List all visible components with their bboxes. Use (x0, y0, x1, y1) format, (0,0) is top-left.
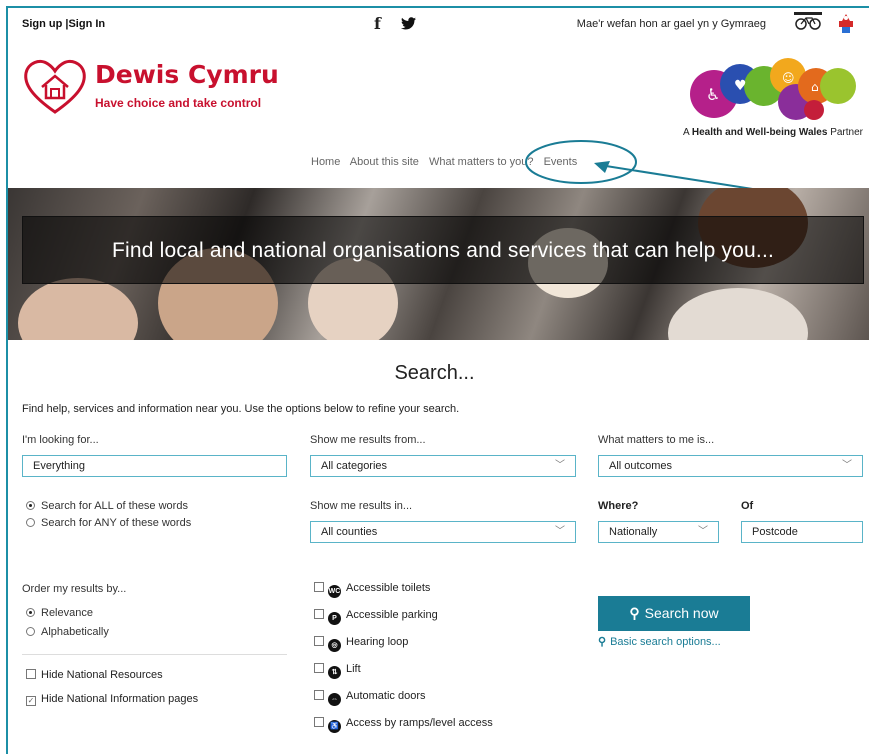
svg-text:♿: ♿ (706, 85, 720, 104)
checkbox-box (314, 690, 324, 700)
twitter-icon[interactable] (401, 17, 417, 30)
postcode-input[interactable]: Postcode (741, 521, 863, 543)
site-logo[interactable]: Dewis Cymru Have choice and take control (22, 56, 302, 116)
social-links: f (374, 14, 417, 34)
top-bar: Sign up |Sign In f Mae'r wefan hon ar ga… (22, 14, 862, 34)
outcomes-select[interactable]: All outcomes ﹀ (598, 455, 863, 477)
order-relevance-radio[interactable]: Relevance (26, 607, 93, 619)
checkbox-box (314, 717, 324, 727)
toilet-icon: WC (328, 585, 341, 598)
checkbox-box (26, 669, 36, 679)
chevron-down-icon: ﹀ (555, 526, 565, 537)
facility-accessible-toilets[interactable]: WC Accessible toilets (314, 581, 430, 598)
order-alphabetical-radio[interactable]: Alphabetically (26, 626, 109, 638)
looking-for-label: I'm looking for... (22, 434, 99, 446)
search-intro: Find help, services and information near… (22, 403, 460, 415)
svg-text:☺: ☺ (782, 71, 795, 85)
parking-icon: P (328, 612, 341, 625)
nav-what-matters[interactable]: What matters to you? (429, 156, 534, 168)
facility-accessible-parking[interactable]: P Accessible parking (314, 608, 438, 625)
nav-about[interactable]: About this site (350, 156, 419, 168)
radio-indicator (26, 627, 35, 636)
search-icon: ⚲ (629, 605, 640, 621)
hide-national-resources-checkbox[interactable]: Hide National Resources (26, 668, 163, 681)
results-from-label: Show me results from... (310, 434, 426, 446)
radio-selected-indicator (26, 501, 35, 510)
checkbox-box (314, 636, 324, 646)
cycling-icon[interactable] (794, 12, 822, 32)
where-label: Where? (598, 500, 639, 512)
logo-tagline: Have choice and take control (95, 96, 262, 110)
heart-home-icon (24, 59, 86, 114)
checkmark-icon: ✓ (26, 696, 36, 706)
hero-banner: Find local and national organisations an… (8, 188, 869, 340)
auth-links: Sign up |Sign In (22, 18, 105, 30)
sign-in-link[interactable]: Sign In (68, 18, 105, 30)
hero-text: Find local and national organisations an… (111, 239, 775, 262)
chevron-down-icon: ﹀ (698, 526, 708, 537)
logo-title: Dewis Cymru (95, 60, 279, 89)
hero-banner-box: Find local and national organisations an… (22, 216, 864, 284)
categories-select[interactable]: All categories ﹀ (310, 455, 576, 477)
divider (22, 654, 287, 655)
automatic-doors-icon: ⇔ (328, 693, 341, 706)
facility-hearing-loop[interactable]: ◎ Hearing loop (314, 635, 408, 652)
order-label: Order my results by... (22, 583, 127, 595)
results-in-label: Show me results in... (310, 500, 413, 512)
crowd-face-shape (668, 288, 808, 340)
checkbox-box (314, 609, 324, 619)
sign-up-link[interactable]: Sign up | (22, 18, 68, 30)
facility-ramp-access[interactable]: ♿ Access by ramps/level access (314, 716, 493, 733)
looking-for-input[interactable]: Everything (22, 455, 287, 477)
wheelchair-icon: ♿ (328, 720, 341, 733)
chevron-down-icon: ﹀ (555, 460, 565, 471)
basic-search-options-link[interactable]: ⚲ Basic search options... (598, 635, 721, 648)
hide-national-info-checkbox[interactable]: ✓ Hide National Information pages (26, 693, 198, 706)
hearing-loop-icon: ◎ (328, 639, 341, 652)
radio-indicator (26, 518, 35, 527)
svg-text:⌂: ⌂ (811, 80, 819, 94)
chevron-down-icon: ﹀ (842, 460, 852, 471)
svg-text:♥: ♥ (734, 78, 747, 94)
search-title: Search... (394, 362, 475, 384)
facility-lift[interactable]: ⇅ Lift (314, 662, 361, 679)
partner-text: A Health and Well-being Wales Partner (682, 127, 863, 138)
matters-label: What matters to me is... (598, 434, 715, 446)
search-icon: ⚲ (598, 636, 607, 648)
facebook-icon[interactable]: f (374, 14, 381, 33)
search-now-button[interactable]: ⚲ Search now (598, 596, 750, 631)
facility-automatic-doors[interactable]: ⇔ Automatic doors (314, 689, 425, 706)
of-label: Of (741, 500, 754, 512)
counties-select[interactable]: All counties ﹀ (310, 521, 576, 543)
radio-selected-indicator (26, 608, 35, 617)
nav-home[interactable]: Home (311, 156, 340, 168)
welsh-language-link[interactable]: Mae'r wefan hon ar gael yn y Gymraeg (577, 18, 766, 30)
checkbox-box (314, 582, 324, 592)
where-select[interactable]: Nationally ﹀ (598, 521, 719, 543)
checkbox-box (314, 663, 324, 673)
crowd-face-shape (18, 278, 138, 340)
all-words-radio[interactable]: Search for ALL of these words (26, 500, 188, 512)
accessibility-mascot-icon[interactable] (834, 12, 858, 36)
partner-speech-bubbles-art: ♿ ♥ ☺ ⌂ (688, 56, 858, 122)
any-words-radio[interactable]: Search for ANY of these words (26, 517, 191, 529)
lift-icon: ⇅ (328, 666, 341, 679)
